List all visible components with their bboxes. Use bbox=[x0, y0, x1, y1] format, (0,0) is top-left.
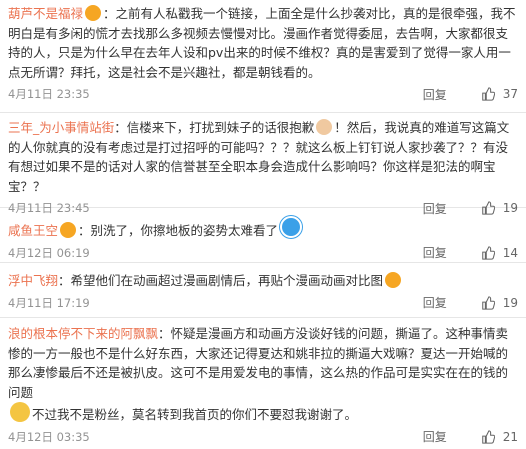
comment-username[interactable]: 咸鱼王空 bbox=[8, 223, 58, 238]
comment-meta: 4月12日 06:19 回复 14 bbox=[8, 241, 518, 265]
comment-item: 三年_为小事情站街：信楼来下，打扰到妹子的话很抱歉 ！然后，我说真的难道写这篇文的… bbox=[0, 113, 526, 216]
comment-text: 葫芦不是福禄 ：之前有人私戳我一个链接，上面全是什么抄袭对比，真的是很牵强，我不明… bbox=[8, 5, 516, 80]
comment-meta: 4月11日 17:19 回复 19 bbox=[8, 291, 518, 315]
like-button[interactable]: 19 bbox=[481, 296, 518, 310]
comment-body: 之前有人私戳我一个链接，上面全是什么抄袭对比，真的是很牵强，我不明白是有多闲的慌… bbox=[8, 6, 516, 80]
thumbs-up-icon bbox=[481, 245, 495, 260]
comment-list: 葫芦不是福禄 ：之前有人私戳我一个链接，上面全是什么抄袭对比，真的是很牵强，我不明… bbox=[0, 0, 526, 444]
comment-item: 葫芦不是福禄 ：之前有人私戳我一个链接，上面全是什么抄袭对比，真的是很牵强，我不明… bbox=[0, 0, 526, 113]
comment-time: 4月11日 23:35 bbox=[8, 87, 90, 101]
like-count: 19 bbox=[502, 295, 518, 310]
reply-button[interactable]: 回复 bbox=[423, 86, 447, 103]
comment-meta: 4月11日 23:35 回复 37 bbox=[8, 82, 518, 106]
comment-item: 咸鱼王空 ：别洗了，你擦地板的姿势太难看了 4月12日 06:19 回复 14 bbox=[0, 208, 526, 263]
reply-button[interactable]: 回复 bbox=[423, 244, 447, 261]
like-count: 37 bbox=[502, 87, 518, 101]
comment-text: 咸鱼王空 ：别洗了，你擦地板的姿势太难看了 bbox=[8, 216, 518, 241]
like-button[interactable]: 21 bbox=[481, 430, 518, 444]
fire-emoji-icon bbox=[60, 222, 77, 238]
comment-username[interactable]: 三年_为小事情站街 bbox=[8, 120, 114, 135]
doraemon-emoji-icon bbox=[280, 216, 303, 238]
comment-text: 三年_为小事情站街：信楼来下，打扰到妹子的话很抱歉 ！然后，我说真的难道写这篇文的… bbox=[8, 119, 510, 194]
comment-item: 浮中飞翔：希望他们在动画超过漫画剧情后，再贴个漫画动画对比图 4月11日 17:… bbox=[0, 263, 526, 318]
comment-time: 4月11日 17:19 bbox=[8, 295, 90, 310]
thumbs-up-icon bbox=[481, 87, 495, 101]
like-count: 21 bbox=[502, 429, 518, 444]
reply-button[interactable]: 回复 bbox=[423, 294, 447, 311]
comment-text: 浮中飞翔：希望他们在动画超过漫画剧情后，再贴个漫画动画对比图 bbox=[8, 271, 518, 291]
comment-username[interactable]: 葫芦不是福禄 bbox=[8, 6, 83, 21]
thumbs-up-icon bbox=[481, 295, 495, 310]
like-count: 14 bbox=[502, 245, 518, 260]
thumbs-up-icon bbox=[481, 429, 495, 444]
comment-username[interactable]: 浪的根本停不下来的阿飘飘 bbox=[8, 326, 158, 341]
comment-text: 浪的根本停不下来的阿飘飘：怀疑是漫画方和动画方没谈好钱的问题，撕逼了。这种事情卖… bbox=[8, 326, 509, 422]
like-button[interactable]: 14 bbox=[481, 246, 518, 260]
comment-meta: 4月12日 03:35 回复 21 bbox=[8, 425, 518, 449]
face-emoji-icon bbox=[385, 272, 402, 288]
laughing-emoji-icon bbox=[10, 402, 30, 422]
comment-item: 浪的根本停不下来的阿飘飘：怀疑是漫画方和动画方没谈好钱的问题，撕逼了。这种事情卖… bbox=[0, 318, 526, 444]
reply-button[interactable]: 回复 bbox=[423, 428, 447, 445]
comment-time: 4月12日 06:19 bbox=[8, 245, 90, 260]
comment-username[interactable]: 浮中飞翔 bbox=[8, 273, 58, 288]
pray-emoji-icon bbox=[316, 119, 333, 135]
comment-time: 4月12日 03:35 bbox=[8, 429, 90, 444]
fire-emoji-icon bbox=[85, 5, 102, 21]
like-button[interactable]: 37 bbox=[481, 87, 518, 101]
